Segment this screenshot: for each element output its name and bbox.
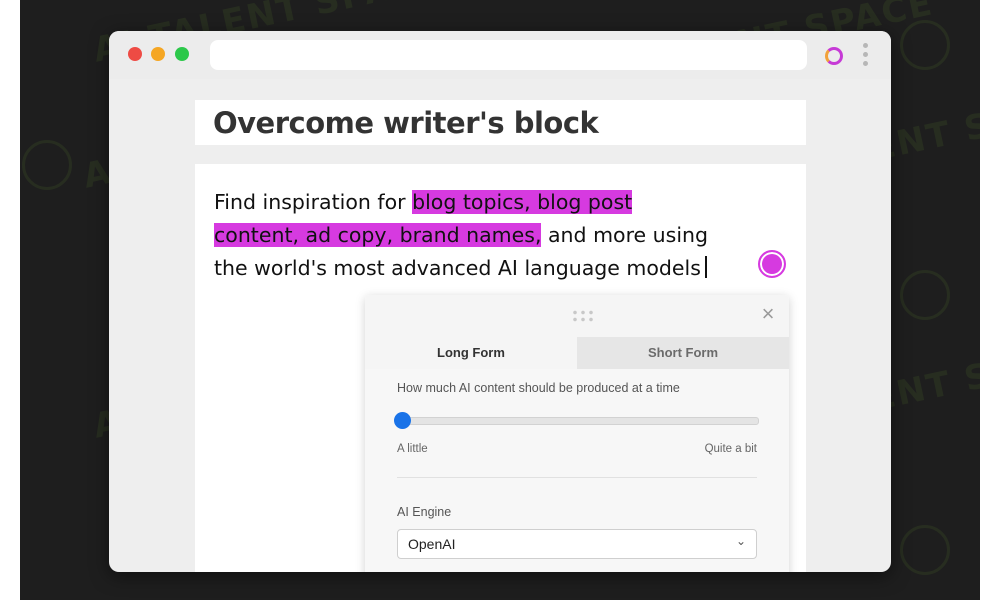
page-title: Overcome writer's block [213, 106, 599, 140]
watermark-logo-icon [22, 140, 72, 190]
browser-titlebar [109, 31, 891, 79]
ai-engine-label: AI Engine [397, 505, 452, 519]
title-card: Overcome writer's block [195, 100, 806, 145]
tab-long-form[interactable]: Long Form [365, 337, 577, 369]
content-amount-label: How much AI content should be produced a… [397, 381, 680, 395]
editor-text[interactable]: Find inspiration for blog topics, blog p… [214, 186, 734, 285]
panel-body: How much AI content should be produced a… [365, 369, 789, 572]
ai-settings-panel: × Long Form Short Form How much AI conte… [365, 295, 789, 572]
ai-engine-select[interactable]: OpenAI ⌄ [397, 529, 757, 559]
minimize-window-button[interactable] [151, 47, 165, 61]
drag-handle-icon[interactable] [571, 309, 597, 323]
panel-header: × [365, 295, 789, 337]
address-bar[interactable] [210, 40, 807, 70]
browser-window: Overcome writer's block Find inspiration… [109, 31, 891, 572]
divider [397, 477, 757, 478]
slider-min-label: A little [397, 443, 428, 455]
chevron-down-icon: ⌄ [736, 534, 747, 548]
content-amount-slider[interactable] [394, 412, 759, 429]
ai-assist-button[interactable] [758, 250, 786, 278]
watermark-logo-icon [900, 525, 950, 575]
screenshot-frame: AI TALENT SPACE AI TALENT SPACE AI TALEN… [20, 0, 980, 600]
maximize-window-button[interactable] [175, 47, 189, 61]
body-text-mid: and more using [541, 223, 709, 247]
watermark-logo-icon [900, 20, 950, 70]
extension-ring-icon[interactable] [825, 47, 843, 65]
close-window-button[interactable] [128, 47, 142, 61]
body-text-end: the world's most advanced AI language mo… [214, 256, 701, 280]
slider-max-label: Quite a bit [704, 443, 757, 455]
close-icon[interactable]: × [757, 303, 779, 325]
text-cursor [704, 256, 707, 278]
body-text-start: Find inspiration for [214, 190, 413, 214]
ai-engine-selected: OpenAI [408, 536, 456, 552]
tab-short-form[interactable]: Short Form [577, 337, 789, 369]
highlighted-text-1: blog topics, blog post [412, 190, 633, 214]
kebab-menu-icon[interactable] [863, 43, 869, 69]
highlighted-text-2: content, ad copy, brand names, [214, 223, 542, 247]
watermark-logo-icon [900, 270, 950, 320]
slider-thumb[interactable] [394, 412, 411, 429]
mode-tabs: Long Form Short Form [365, 337, 789, 369]
